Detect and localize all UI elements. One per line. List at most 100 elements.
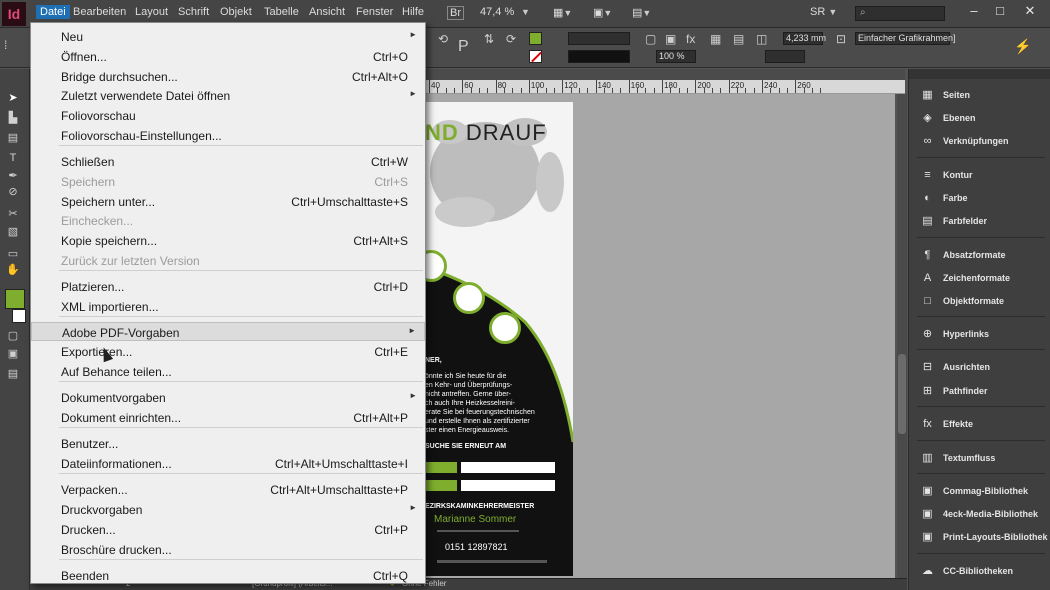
workspace-switcher[interactable]: SR ▼ [810,6,837,18]
stroke-type-field[interactable] [568,50,630,63]
corner-shape-field[interactable] [765,50,805,63]
panel-absatzformate[interactable]: ¶ Absatzformate [919,247,1049,265]
scissors-tool-icon[interactable]: ✂ [6,207,20,221]
document-canvas[interactable]: ND DRAUF NER, önnte ich Sie heute für di… [425,94,895,578]
maximize-icon[interactable]: □ [991,3,1009,18]
menu-item-auf-behance-teilen[interactable]: Auf Behance teilen... [31,362,425,381]
panel-hyperlinks[interactable]: ⊕ Hyperlinks [919,326,1049,344]
menu-item-xml-importieren[interactable]: XML importieren... [31,297,425,316]
fit-content-icon[interactable]: ▣ [665,32,676,46]
scroll-thumb[interactable] [898,354,906,434]
menu-item-dateiinformationen[interactable]: Dateiinformationen... Ctrl+Alt+Umschaltta… [31,454,425,473]
menu-item-platzieren[interactable]: Platzieren... Ctrl+D [31,277,425,296]
normal-mode-icon[interactable]: ▣ [6,347,20,361]
menu-objekt[interactable]: Objekt [220,6,252,18]
menu-item-benutzer[interactable]: Benutzer... [31,434,425,453]
panel-kontur[interactable]: ≡ Kontur [919,167,1049,185]
stroke-weight-field[interactable] [568,32,630,45]
effects-fx-icon[interactable]: fx [686,32,695,46]
object-style-dropdown[interactable]: Einfacher Grafikrahmen] [855,32,956,45]
screen-mode-icon[interactable]: ▤ [6,367,20,381]
menu-item-beenden[interactable]: Beenden Ctrl+Q [31,566,425,585]
panel-ausrichten[interactable]: ⊟ Ausrichten [919,359,1049,377]
menu-datei[interactable]: Datei [36,5,70,19]
flip-icon[interactable]: ⇅ [484,32,494,46]
stroke-color-swatch[interactable] [12,309,26,323]
zoom-level[interactable]: 47,4 % [480,6,514,18]
menu-item-zuletzt-verwendete-datei-öffnen[interactable]: Zuletzt verwendete Datei öffnen ► [31,86,425,105]
pen-tool-icon[interactable]: ✒ [6,169,20,183]
apply-color-icon[interactable]: ▢ [6,329,20,343]
panel-textumfluss[interactable]: ▥ Textumfluss [919,450,1049,468]
menu-item-neu[interactable]: Neu ► [31,27,425,46]
menu-item-druckvorgaben[interactable]: Druckvorgaben ► [31,500,425,519]
menu-item-adobe-pdf-vorgaben[interactable]: Adobe PDF-Vorgaben ► [31,322,425,341]
type-tool-icon[interactable]: T [6,151,20,165]
fit-frame-icon[interactable]: ▢ [645,32,656,46]
path-type-icon[interactable]: P [458,38,469,56]
menu-item-exportieren[interactable]: Exportieren... Ctrl+E [31,342,425,361]
panel-farbe[interactable]: ◐ Farbe [919,190,1049,208]
panel-label: Textumfluss [943,453,996,463]
panel-objektformate[interactable]: □ Objektformate [919,293,1049,311]
menu-item-broschüre-drucken[interactable]: Broschüre drucken... [31,540,425,559]
object-style-icon[interactable]: ⊡ [836,32,846,46]
panel-zeichenformate[interactable]: A Zeichenformate [919,270,1049,288]
menu-hilfe[interactable]: Hilfe [402,6,424,18]
zoom-dropdown-icon[interactable]: ▼ [521,6,530,18]
minimize-icon[interactable]: – [965,3,983,18]
stroke-swatch[interactable] [529,50,542,63]
content-collector-icon[interactable]: ▤ [6,131,20,145]
menu-tabelle[interactable]: Tabelle [264,6,299,18]
menu-item-öffnen[interactable]: Öffnen... Ctrl+O [31,47,425,66]
hand-tool-icon[interactable]: ✋ [6,263,20,277]
corner-options-icon[interactable]: ◫ [756,32,767,46]
menu-item-bridge-durchsuchen[interactable]: Bridge durchsuchen... Ctrl+Alt+O [31,67,425,86]
menu-item-drucken[interactable]: Drucken... Ctrl+P [31,520,425,539]
menu-item-verpacken[interactable]: Verpacken... Ctrl+Alt+Umschalttaste+P [31,480,425,499]
menu-schrift[interactable]: Schrift [178,6,209,18]
panel-4eck-media-bibliothek[interactable]: ▣ 4eck-Media-Bibliothek [919,506,1049,524]
page-tool-icon[interactable]: ▙ [6,111,20,125]
panel-verkn-pfungen[interactable]: ∞ Verknüpfungen [919,133,1049,151]
panel-effekte[interactable]: fx Effekte [919,416,1049,434]
fill-swatch[interactable] [529,32,542,45]
menu-item-foliovorschau[interactable]: Foliovorschau [31,106,425,125]
quick-apply-icon[interactable]: ⚡ [1014,38,1031,55]
menu-item-dokument-einrichten[interactable]: Dokument einrichten... Ctrl+Alt+P [31,408,425,427]
vertical-scrollbar[interactable] [897,94,907,578]
bridge-button[interactable]: Br [447,6,464,20]
panel-ebenen[interactable]: ◈ Ebenen [919,110,1049,128]
panel-cc-bibliotheken[interactable]: ☁ CC-Bibliotheken [919,563,1049,581]
selection-tool-icon[interactable]: ➤ [6,91,20,105]
menu-item-schließen[interactable]: Schließen Ctrl+W [31,152,425,171]
panel-pathfinder[interactable]: ⊞ Pathfinder [919,383,1049,401]
gradient-tool-icon[interactable]: ▧ [6,225,20,239]
view-options-icon[interactable]: ▦▼ [553,6,572,19]
close-icon[interactable]: ✕ [1021,3,1039,19]
menu-fenster[interactable]: Fenster [356,6,393,18]
panel-seiten[interactable]: ▦ Seiten [919,87,1049,105]
note-tool-icon[interactable]: ▭ [6,247,20,261]
opacity-field[interactable]: 100 % [656,50,696,63]
menu-item-kopie-speichern[interactable]: Kopie speichern... Ctrl+Alt+S [31,231,425,250]
menu-item-speichern-unter[interactable]: Speichern unter... Ctrl+Umschalttaste+S [31,192,425,211]
arrange-documents-icon[interactable]: ▤▼ [632,6,651,19]
rotate-icon[interactable]: ⟲ [438,32,448,46]
menu-ansicht[interactable]: Ansicht [309,6,345,18]
menu-item-dokumentvorgaben[interactable]: Dokumentvorgaben ► [31,388,425,407]
menu-layout[interactable]: Layout [135,6,168,18]
search-input[interactable]: ⌕ [855,6,945,21]
panel-farbfelder[interactable]: ▤ Farbfelder [919,213,1049,231]
fill-color-swatch[interactable] [5,289,25,309]
text-wrap-box-icon[interactable]: ▤ [733,32,744,46]
transform-icon[interactable]: ⟳ [506,32,516,46]
screen-mode-icon[interactable]: ▣▼ [593,6,612,19]
menu-item-foliovorschau-einstellungen[interactable]: Foliovorschau-Einstellungen... [31,126,425,145]
menu-bearbeiten[interactable]: Bearbeiten [73,6,126,18]
pencil-tool-icon[interactable]: ⊘ [6,185,20,199]
panel-commag-bibliothek[interactable]: ▣ Commag-Bibliothek [919,483,1049,501]
panel-print-layouts-bibliothek[interactable]: ▣ Print-Layouts-Bibliothek [919,529,1049,547]
text-wrap-none-icon[interactable]: ▦ [710,32,721,46]
size-field[interactable]: 4,233 mm [783,32,826,45]
